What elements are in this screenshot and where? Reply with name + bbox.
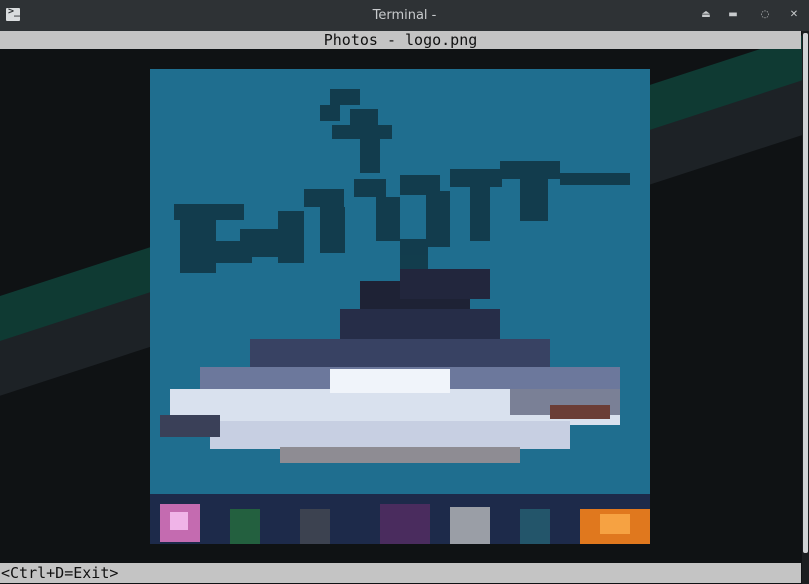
viewer-footer: <Ctrl+D=Exit> bbox=[0, 563, 801, 583]
logo-image bbox=[150, 69, 650, 544]
pixelated-logo-image bbox=[150, 69, 650, 544]
terminal-window: >_ Terminal - ⏏ ▬ ◌ ✕ Photos - logo.png bbox=[0, 0, 809, 584]
close-icon[interactable]: ✕ bbox=[786, 7, 802, 23]
window-title: Terminal - bbox=[372, 8, 437, 23]
eject-icon[interactable]: ⏏ bbox=[698, 7, 714, 23]
minimize-icon[interactable]: ▬ bbox=[725, 7, 741, 23]
scrollbar-thumb[interactable] bbox=[803, 33, 808, 553]
terminal-area[interactable]: Photos - logo.png <Ctrl+D=Exit> bbox=[0, 31, 809, 584]
scrollbar[interactable] bbox=[802, 31, 809, 584]
titlebar[interactable]: >_ Terminal - ⏏ ▬ ◌ ✕ bbox=[0, 0, 809, 31]
viewer-header: Photos - logo.png bbox=[0, 31, 801, 49]
restore-icon[interactable]: ◌ bbox=[757, 7, 773, 23]
